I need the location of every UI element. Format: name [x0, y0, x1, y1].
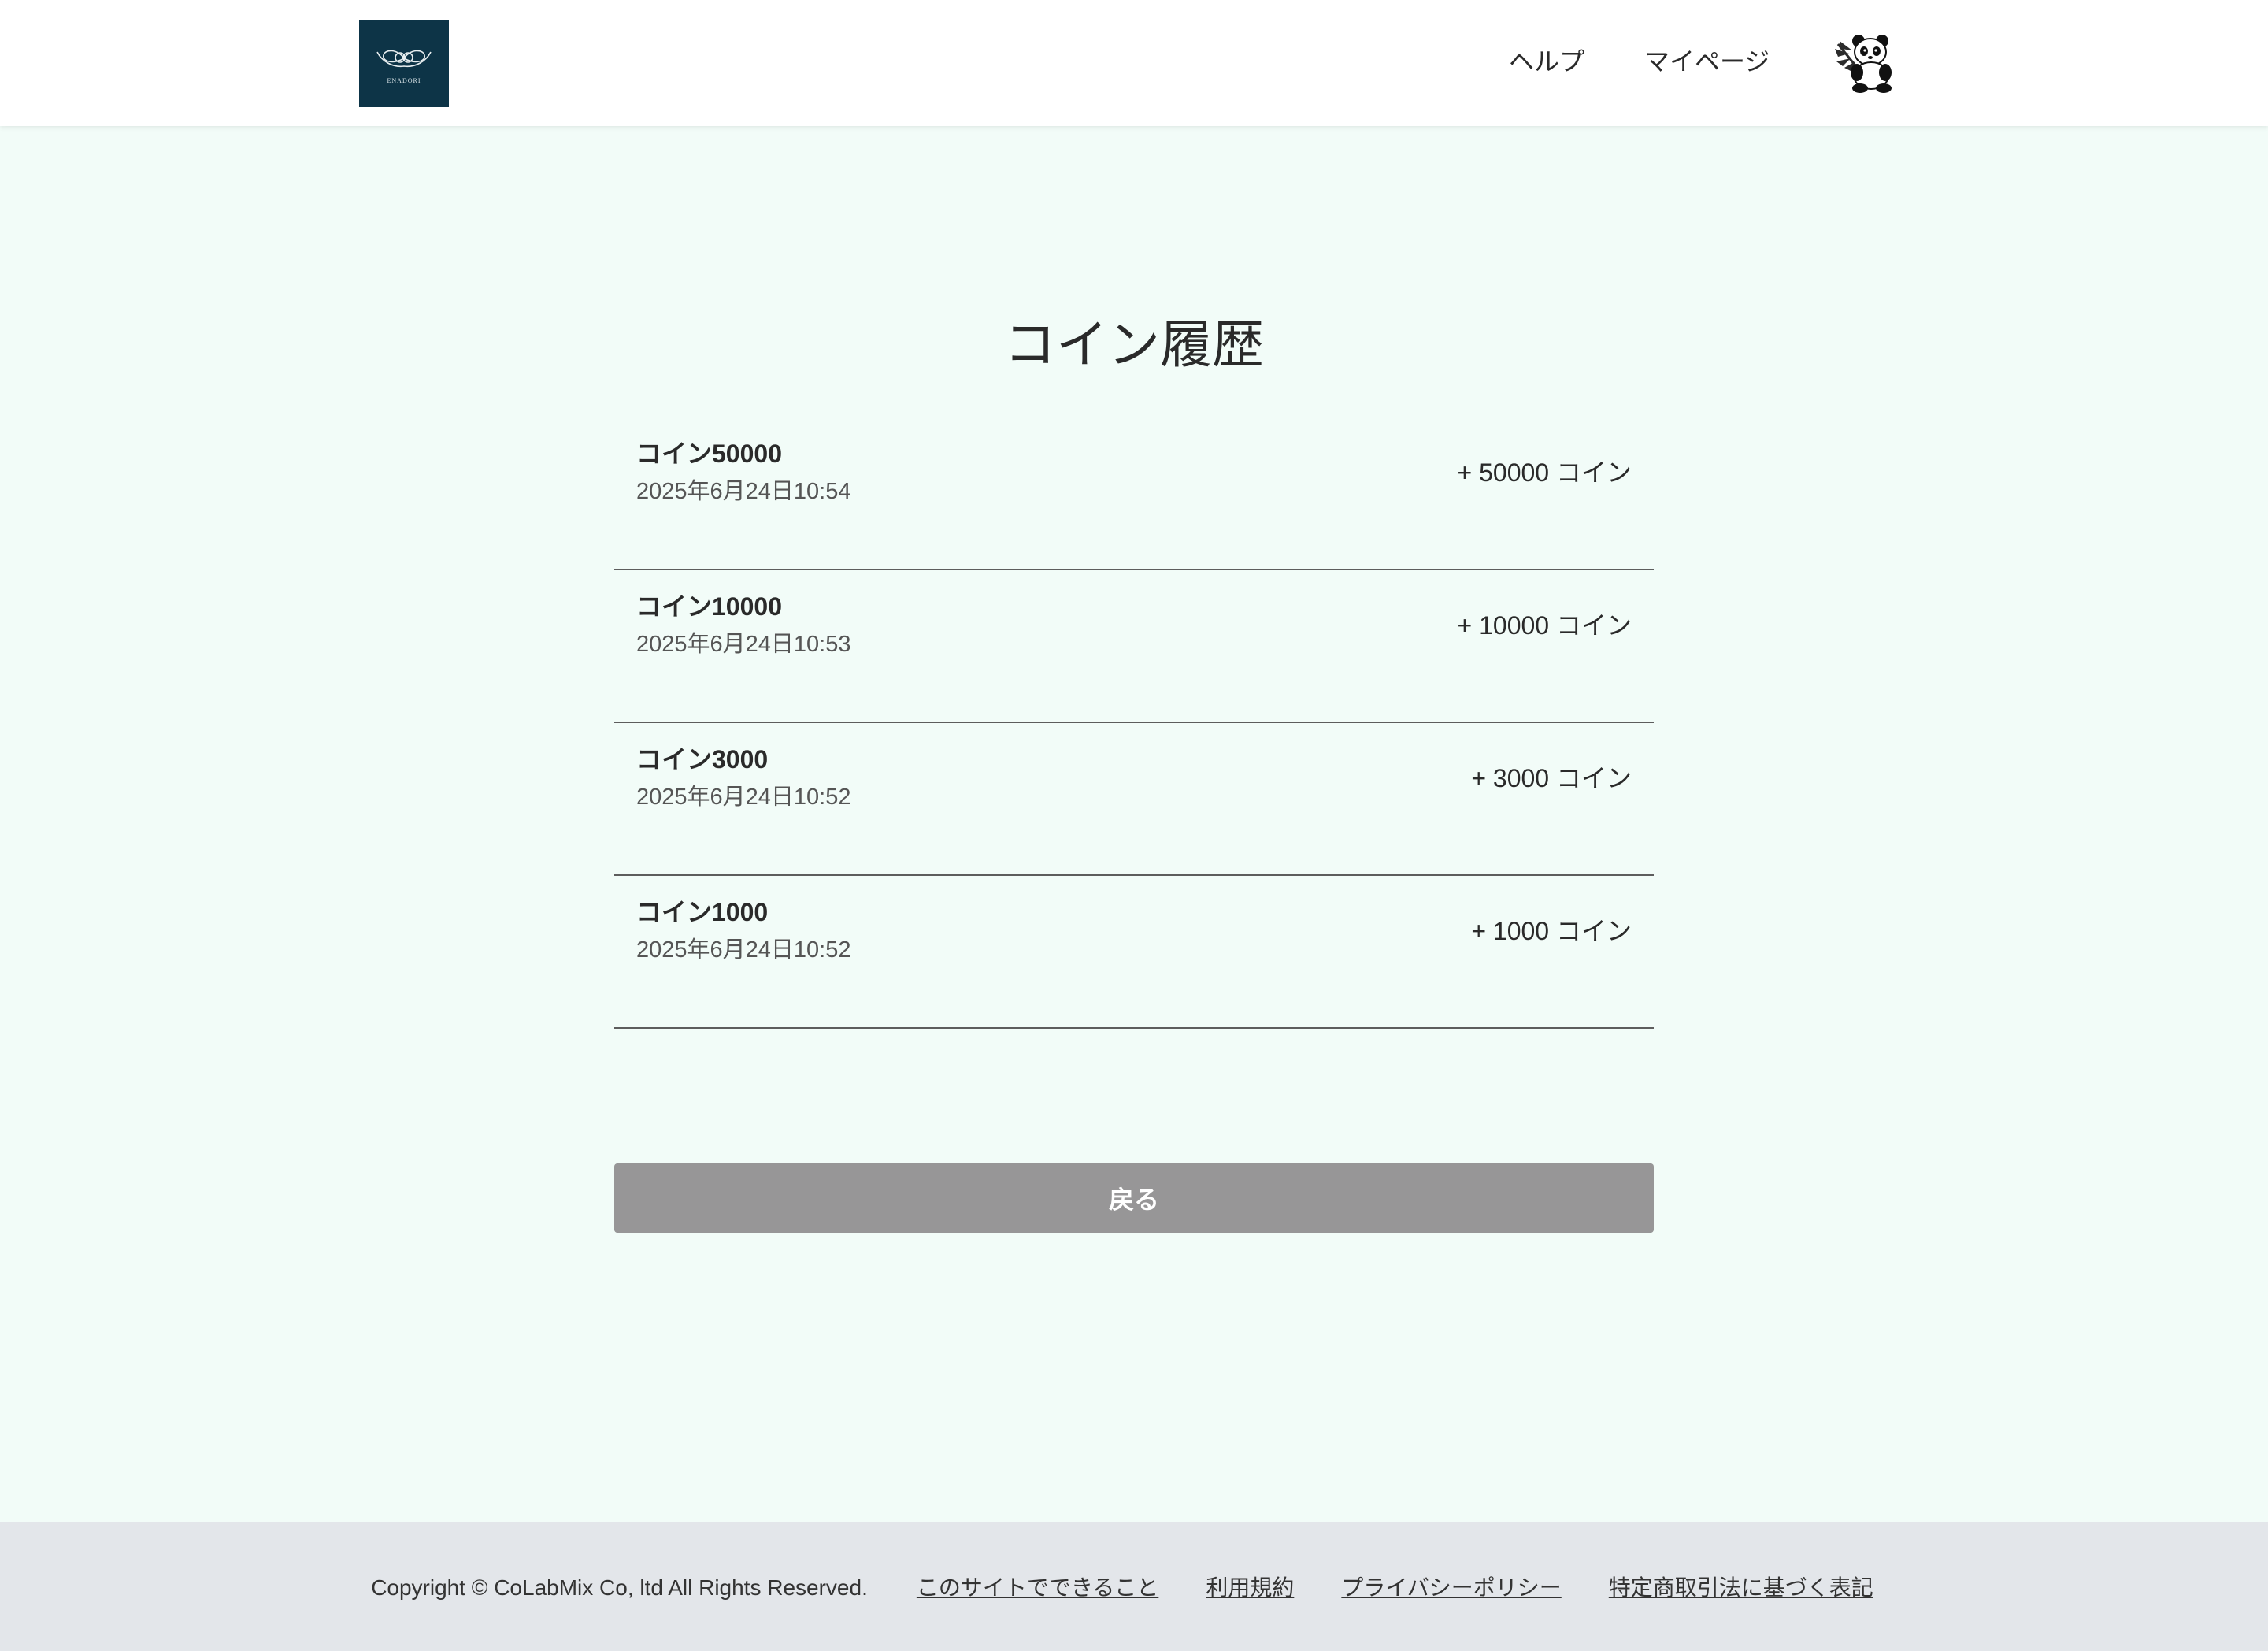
- footer-link-privacy[interactable]: プライバシーポリシー: [1341, 1572, 1561, 1604]
- item-name: コイン3000: [636, 745, 769, 774]
- panda-icon: [1835, 35, 1892, 93]
- list-item: コイン10000 2025年6月24日10:53 + 10000 コイン: [614, 570, 1654, 723]
- footer-link-commerce-law[interactable]: 特定商取引法に基づく表記: [1609, 1572, 1873, 1604]
- logo-text: ENADORI: [387, 76, 421, 84]
- copyright-text: Copyright © CoLabMix Co, ltd All Rights …: [371, 1575, 868, 1600]
- page-title: コイン履歴: [1004, 315, 1264, 373]
- item-amount: + 3000 コイン: [1471, 764, 1632, 792]
- footer-link-terms[interactable]: 利用規約: [1206, 1572, 1294, 1604]
- nav-help-link[interactable]: ヘルプ: [1509, 44, 1584, 79]
- item-name: コイン1000: [636, 898, 769, 926]
- back-button[interactable]: 戻る: [614, 1163, 1654, 1233]
- item-amount: + 50000 コイン: [1457, 458, 1632, 487]
- item-date: 2025年6月24日10:52: [636, 785, 851, 810]
- site-footer: Copyright © CoLabMix Co, ltd All Rights …: [0, 1522, 2268, 1651]
- item-amount: + 1000 コイン: [1471, 917, 1632, 945]
- item-name: コイン50000: [636, 440, 782, 468]
- site-header: ENADORI ヘルプ マイページ: [0, 0, 2268, 126]
- coin-history-list: コイン50000 2025年6月24日10:54 + 50000 コイン コイン…: [614, 417, 1654, 1029]
- item-name: コイン10000: [636, 592, 782, 621]
- item-amount: + 10000 コイン: [1457, 611, 1632, 640]
- list-item: コイン1000 2025年6月24日10:52 + 1000 コイン: [614, 876, 1654, 1029]
- site-logo[interactable]: ENADORI: [359, 20, 449, 107]
- nav-mypage-link[interactable]: マイページ: [1644, 44, 1770, 79]
- list-item: コイン50000 2025年6月24日10:54 + 50000 コイン: [614, 417, 1654, 570]
- item-date: 2025年6月24日10:54: [636, 479, 851, 504]
- item-date: 2025年6月24日10:53: [636, 632, 851, 657]
- footer-content: Copyright © CoLabMix Co, ltd All Rights …: [0, 1572, 2268, 1604]
- footer-link-features[interactable]: このサイトでできること: [917, 1572, 1158, 1604]
- item-date: 2025年6月24日10:52: [636, 937, 851, 963]
- logo-emblem-icon: [376, 50, 432, 67]
- list-item: コイン3000 2025年6月24日10:52 + 3000 コイン: [614, 723, 1654, 876]
- avatar[interactable]: [1832, 33, 1899, 93]
